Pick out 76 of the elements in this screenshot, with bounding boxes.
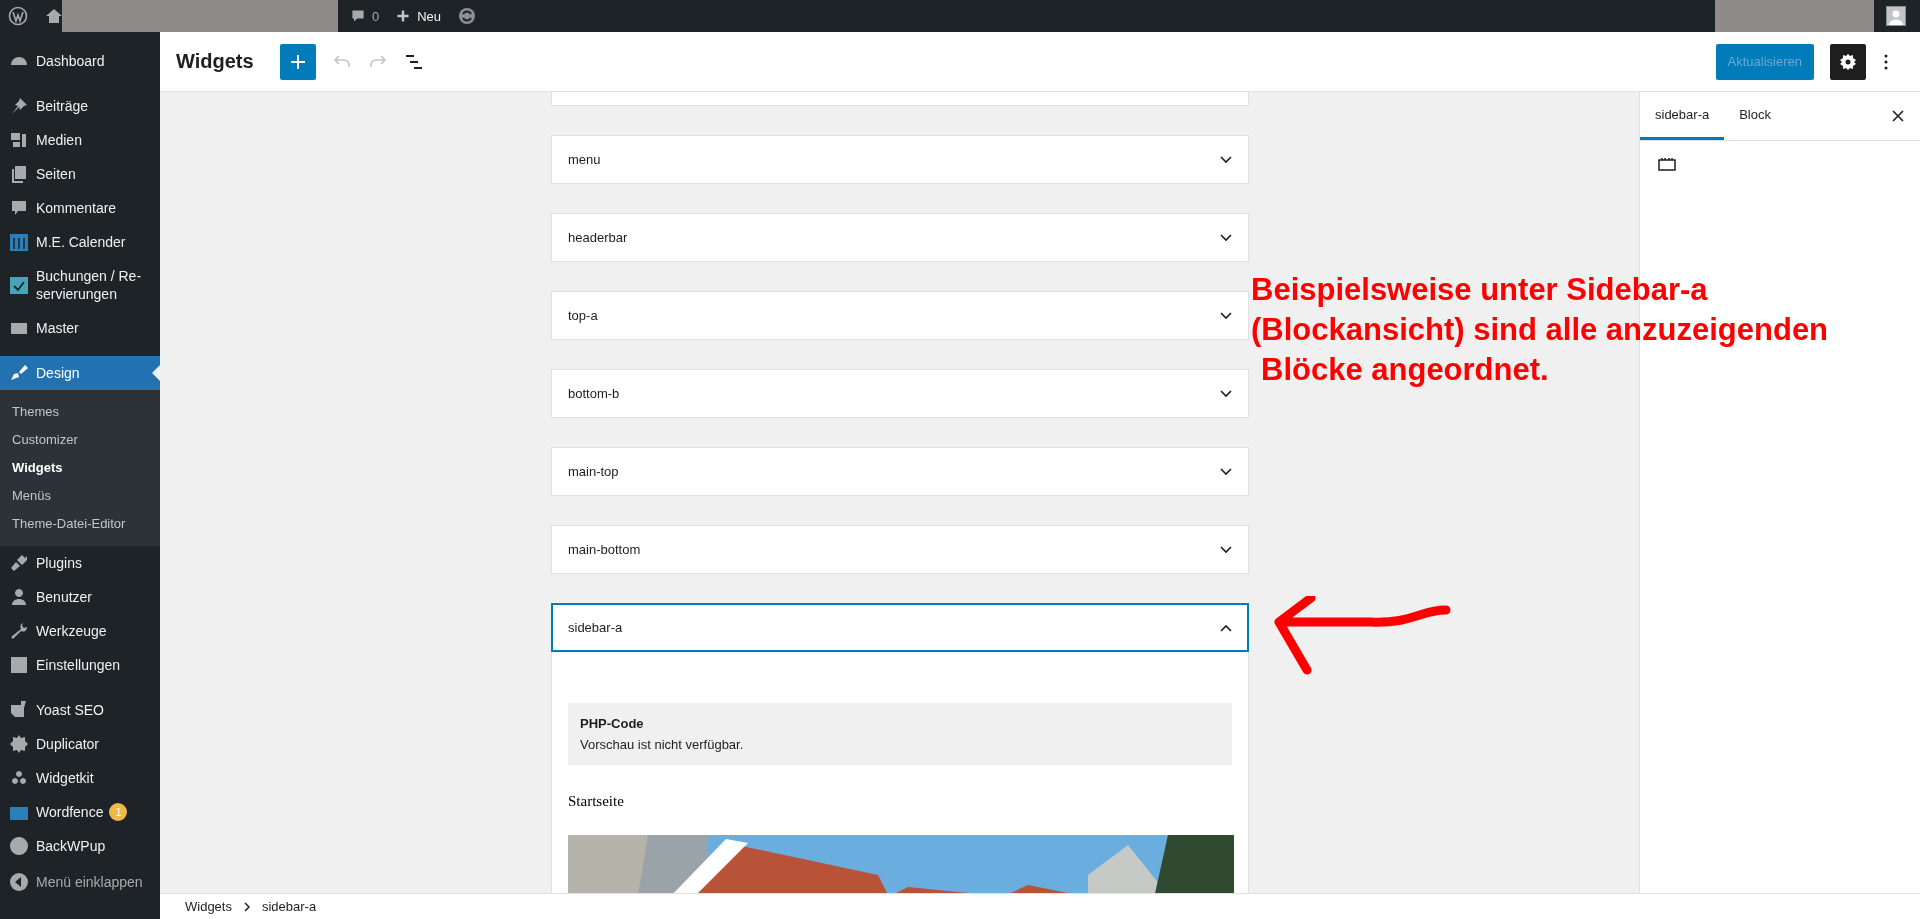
chevron-right-icon [243,901,250,912]
annotation-text: Beispielsweise unter Sidebar-a [1251,271,1709,309]
update-count-badge: 1 [109,803,128,821]
submenu-item[interactable]: Widgets [0,454,160,482]
menu-item[interactable]: Yoast SEO [0,693,160,727]
menu-item[interactable]: Werkzeuge [0,614,160,648]
menu-item[interactable]: BackWPup [0,829,160,863]
menu-item[interactable]: Duplicator [0,727,160,761]
widget-area-icon [1658,157,1676,171]
block-placeholder[interactable]: PHP-Code Vorschau ist nicht verfügbar. [568,703,1232,765]
plus-icon[interactable] [395,8,412,24]
wordpress-logo-icon[interactable] [8,6,28,26]
menu-item[interactable]: Widgetkit [0,761,160,795]
submenu-item[interactable]: Customizer [0,426,160,454]
widget-area-header[interactable]: bottom-b [551,369,1249,418]
menu-item[interactable]: Kommentare [0,191,160,225]
chevron-down-icon [1220,545,1232,554]
comment-count[interactable]: 0 [372,8,380,24]
gear-icon [9,734,29,754]
settings-button[interactable] [1830,43,1866,80]
add-block-button[interactable] [279,43,316,80]
brush-icon [9,363,29,383]
media-icon [9,130,29,150]
widget-area-header[interactable]: main-bottom [551,525,1249,574]
menu-item[interactable]: Einstellungen [0,648,160,682]
new-link[interactable]: Neu [417,8,442,24]
menu-item[interactable]: Wordfence 1 [0,795,160,829]
speech-bubble-icon[interactable] [350,8,366,24]
settings-icon [1838,51,1858,72]
breadcrumb-link[interactable]: Widgets [185,899,232,914]
widget-area-header[interactable]: menu [551,135,1249,184]
wrench-icon [9,621,29,641]
block-heading: Startseite [568,793,625,810]
collapse-menu-button[interactable]: Menü einklappen [0,865,160,899]
home-icon[interactable] [44,6,64,26]
chevron-down-icon [1220,467,1232,476]
pin-icon [9,96,29,116]
widget-area-header[interactable]: top-a [551,291,1249,340]
sidebar-tab[interactable]: Block [1724,92,1786,140]
sidebar-tab[interactable]: sidebar-a [1640,92,1725,140]
menu-item[interactable]: Dashboard [0,44,160,78]
page-title: Widgets [176,50,254,73]
calendar-icon [9,232,29,252]
chevron-down-icon [1220,233,1232,242]
menu-item[interactable]: Plugins [0,546,160,580]
submenu-item[interactable]: Menüs [0,482,160,510]
calendar-check-icon [9,275,29,295]
menu-item[interactable]: Master [0,311,160,345]
annotation-text: (Blockansicht) sind alle anzuzeigenden [1251,311,1829,349]
avatar-icon[interactable] [1886,6,1906,26]
widget-area-header[interactable]: sidebar-a [551,603,1249,652]
plus-icon [289,53,306,70]
breadcrumb-link[interactable]: sidebar-a [261,899,317,914]
widget-area-header[interactable]: headerbar [551,213,1249,262]
left-arrow-circle-icon [9,872,29,892]
submenu-item[interactable]: Themes [0,398,160,426]
menu-item[interactable]: M.E. Calender [0,225,160,259]
chevron-up-icon [1220,623,1232,632]
close-icon[interactable] [1892,110,1904,122]
menu-item[interactable]: Design [0,356,160,390]
widget-area-header[interactable]: main-top [551,447,1249,496]
menu-item[interactable]: Medien [0,123,160,157]
chevron-down-icon [1220,311,1232,320]
block-title: PHP-Code [580,716,645,731]
annotation-text: Blöcke angeordnet. [1260,351,1550,389]
menu-item[interactable]: Seiten [0,157,160,191]
user-icon [9,587,29,607]
submenu-item[interactable]: Theme-Datei-Editor [0,510,160,538]
chevron-down-icon [1220,389,1232,398]
menu-item[interactable]: Benutzer [0,580,160,614]
menu-item[interactable]: Beiträge [0,89,160,123]
chevron-down-icon [1220,155,1232,164]
menu-item[interactable]: Buchungen / Re-servierungen [0,259,160,311]
more-options-icon[interactable] [1884,52,1888,71]
block-message: Vorschau ist nicht verfügbar. [580,737,745,752]
pages-icon [9,164,29,184]
